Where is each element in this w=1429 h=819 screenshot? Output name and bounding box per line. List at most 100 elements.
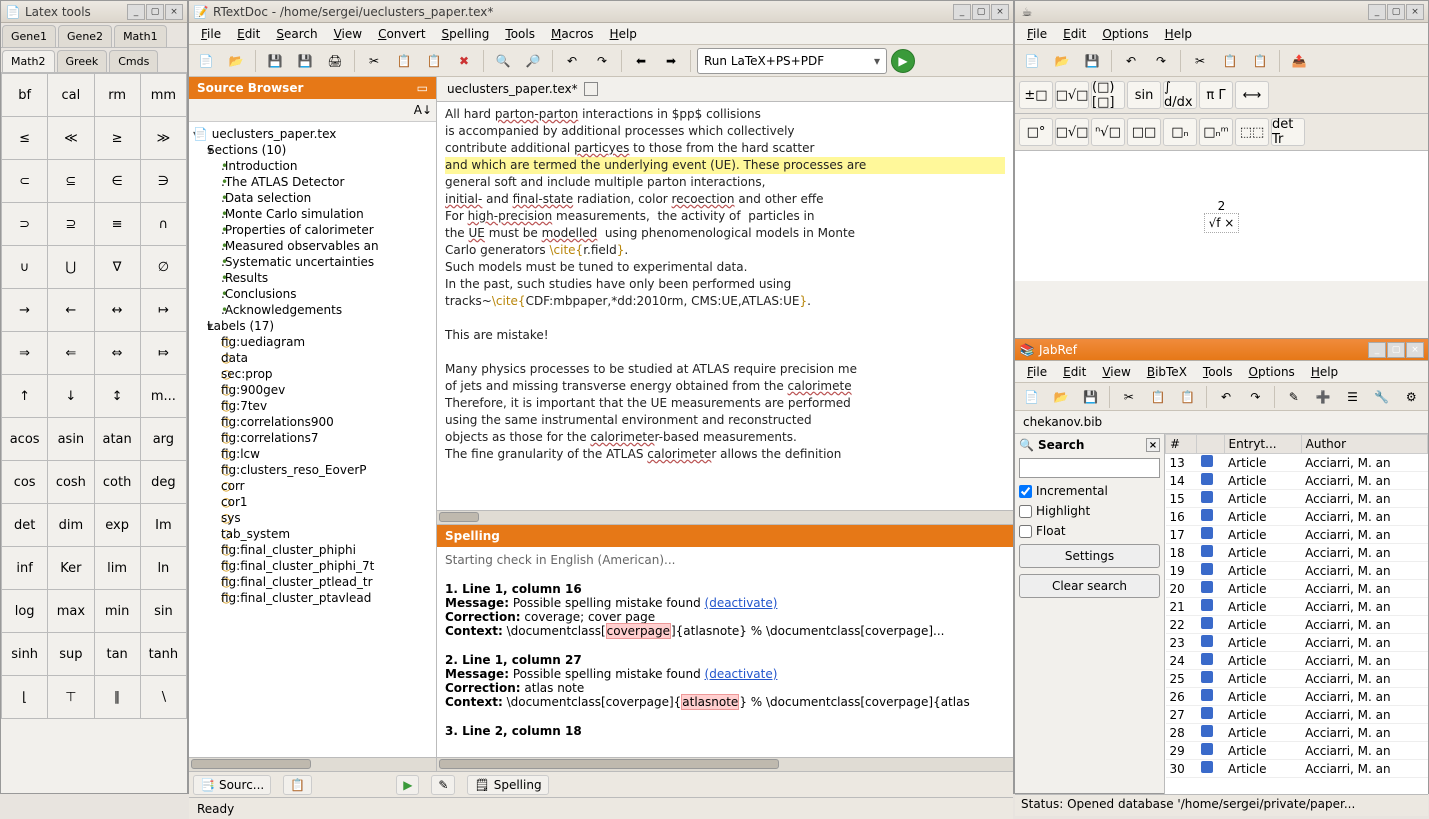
incremental-checkbox[interactable]: Incremental (1019, 484, 1160, 498)
search-input[interactable] (1019, 458, 1160, 478)
redo-icon[interactable]: ↷ (1148, 48, 1174, 74)
symbol-cell[interactable]: cosh (48, 461, 93, 503)
tree-node[interactable]: .Acknowledgements (193, 302, 432, 318)
menu-file[interactable]: File (1019, 363, 1055, 381)
bottom-tab-1[interactable]: 📋 (283, 775, 312, 795)
tree-node[interactable]: fig:correlations7 (193, 430, 432, 446)
close-button[interactable]: × (991, 4, 1009, 20)
menu-edit[interactable]: Edit (229, 25, 268, 43)
bottom-tab-source[interactable]: 📑 Sourc... (193, 775, 271, 795)
maximize-button[interactable]: ▢ (1387, 4, 1405, 20)
table-row[interactable]: 13ArticleAcciarri, M. an (1166, 454, 1428, 472)
symbol-cell[interactable]: rm (95, 74, 140, 116)
table-row[interactable]: 18ArticleAcciarri, M. an (1166, 544, 1428, 562)
table-row[interactable]: 17ArticleAcciarri, M. an (1166, 526, 1428, 544)
symbol-cell[interactable]: cos (2, 461, 47, 503)
symbol-cell[interactable]: → (2, 289, 47, 331)
symbol-cell[interactable]: ∪ (2, 246, 47, 288)
formula-button[interactable]: □√□ (1055, 118, 1089, 146)
cut-icon[interactable]: ✂ (361, 48, 387, 74)
tree-node[interactable]: sys (193, 510, 432, 526)
tree-node[interactable]: fig:clusters_reso_EoverP (193, 462, 432, 478)
symbol-cell[interactable]: ← (48, 289, 93, 331)
symbol-cell[interactable]: arg (141, 418, 186, 460)
list-icon[interactable]: ☰ (1340, 384, 1365, 410)
table-row[interactable]: 19ArticleAcciarri, M. an (1166, 562, 1428, 580)
h-scrollbar[interactable] (189, 757, 436, 771)
symbol-cell[interactable]: ⇒ (2, 332, 47, 374)
symbol-cell[interactable]: ∈ (95, 160, 140, 202)
back-icon[interactable]: ⬅ (628, 48, 654, 74)
print-icon[interactable]: 🖨 (322, 48, 348, 74)
clear-search-button[interactable]: Clear search (1019, 574, 1160, 598)
tool-icon[interactable]: 🔧 (1369, 384, 1394, 410)
paste-icon[interactable]: 📋 (1247, 48, 1273, 74)
symbol-cell[interactable]: ⋃ (48, 246, 93, 288)
menu-edit[interactable]: Edit (1055, 363, 1094, 381)
table-row[interactable]: 28ArticleAcciarri, M. an (1166, 724, 1428, 742)
symbol-cell[interactable]: ≤ (2, 117, 47, 159)
new-icon[interactable]: 📄 (1019, 384, 1044, 410)
tree-node[interactable]: .Monte Carlo simulation (193, 206, 432, 222)
symbol-cell[interactable]: ⇔ (95, 332, 140, 374)
edit-icon[interactable]: ✎ (1281, 384, 1306, 410)
symbol-cell[interactable]: ≥ (95, 117, 140, 159)
tree-node[interactable]: fig:final_cluster_phiphi (193, 542, 432, 558)
tree-node[interactable]: .Results (193, 270, 432, 286)
menu-bibtex[interactable]: BibTeX (1139, 363, 1195, 381)
symbol-cell[interactable]: sup (48, 633, 93, 675)
minimize-button[interactable]: _ (127, 4, 145, 20)
column-header[interactable] (1197, 435, 1224, 454)
panel-collapse-icon[interactable]: ▭ (417, 81, 428, 95)
tree-node[interactable]: fig:uediagram (193, 334, 432, 350)
bib-file-tab[interactable]: chekanov.bib (1015, 411, 1428, 434)
menu-file[interactable]: File (1019, 25, 1055, 43)
formula-button[interactable]: □ₙᵐ (1199, 118, 1233, 146)
symbol-cell[interactable]: ∩ (141, 203, 186, 245)
formula-button[interactable]: □√□ (1055, 81, 1089, 109)
symbol-cell[interactable]: Ker (48, 547, 93, 589)
tree-node[interactable]: .The ATLAS Detector (193, 174, 432, 190)
menu-view[interactable]: View (1094, 363, 1138, 381)
run-button[interactable]: ▶ (891, 49, 915, 73)
symbol-cell[interactable]: ⇐ (48, 332, 93, 374)
tab-gene2[interactable]: Gene2 (58, 25, 112, 47)
bottom-tab-spelling[interactable]: 🗒 Spelling (467, 775, 548, 795)
menu-file[interactable]: File (193, 25, 229, 43)
table-row[interactable]: 16ArticleAcciarri, M. an (1166, 508, 1428, 526)
float-checkbox[interactable]: Float (1019, 524, 1160, 538)
tree-node[interactable]: fig:7tev (193, 398, 432, 414)
deactivate-link[interactable]: (deactivate) (705, 667, 778, 681)
table-row[interactable]: 20ArticleAcciarri, M. an (1166, 580, 1428, 598)
symbol-cell[interactable]: ⊂ (2, 160, 47, 202)
menu-spelling[interactable]: Spelling (434, 25, 498, 43)
symbol-cell[interactable]: ⊇ (48, 203, 93, 245)
symbol-cell[interactable]: ⊤ (48, 676, 93, 718)
formula-button[interactable]: sin (1127, 81, 1161, 109)
minimize-button[interactable]: _ (1368, 342, 1386, 358)
symbol-cell[interactable]: ⊆ (48, 160, 93, 202)
open-icon[interactable]: 📂 (1048, 384, 1073, 410)
menu-help[interactable]: Help (1157, 25, 1200, 43)
column-header[interactable]: # (1166, 435, 1197, 454)
menu-edit[interactable]: Edit (1055, 25, 1094, 43)
table-row[interactable]: 14ArticleAcciarri, M. an (1166, 472, 1428, 490)
formula-titlebar[interactable]: ☕ _ ▢ × (1015, 1, 1428, 23)
sort-icon[interactable]: A↓ (414, 103, 432, 117)
save-icon[interactable]: 💾 (262, 48, 288, 74)
formula-canvas[interactable]: 2 √f × (1015, 151, 1428, 281)
formula-button[interactable]: (□)[□] (1091, 81, 1125, 109)
table-row[interactable]: 21ArticleAcciarri, M. an (1166, 598, 1428, 616)
latex-tools-titlebar[interactable]: 📄 Latex tools _ ▢ × (1, 1, 187, 23)
tree-node[interactable]: fig:correlations900 (193, 414, 432, 430)
menu-help[interactable]: Help (1303, 363, 1346, 381)
formula-button[interactable]: □ₙ (1163, 118, 1197, 146)
settings-icon[interactable]: ⚙ (1399, 384, 1424, 410)
new-icon[interactable]: 📄 (1019, 48, 1045, 74)
symbol-cell[interactable]: ↕ (95, 375, 140, 417)
save-icon[interactable]: 💾 (1078, 384, 1103, 410)
undo-icon[interactable]: ↶ (1118, 48, 1144, 74)
close-button[interactable]: × (165, 4, 183, 20)
menu-tools[interactable]: Tools (497, 25, 543, 43)
find-icon[interactable]: 🔍 (490, 48, 516, 74)
